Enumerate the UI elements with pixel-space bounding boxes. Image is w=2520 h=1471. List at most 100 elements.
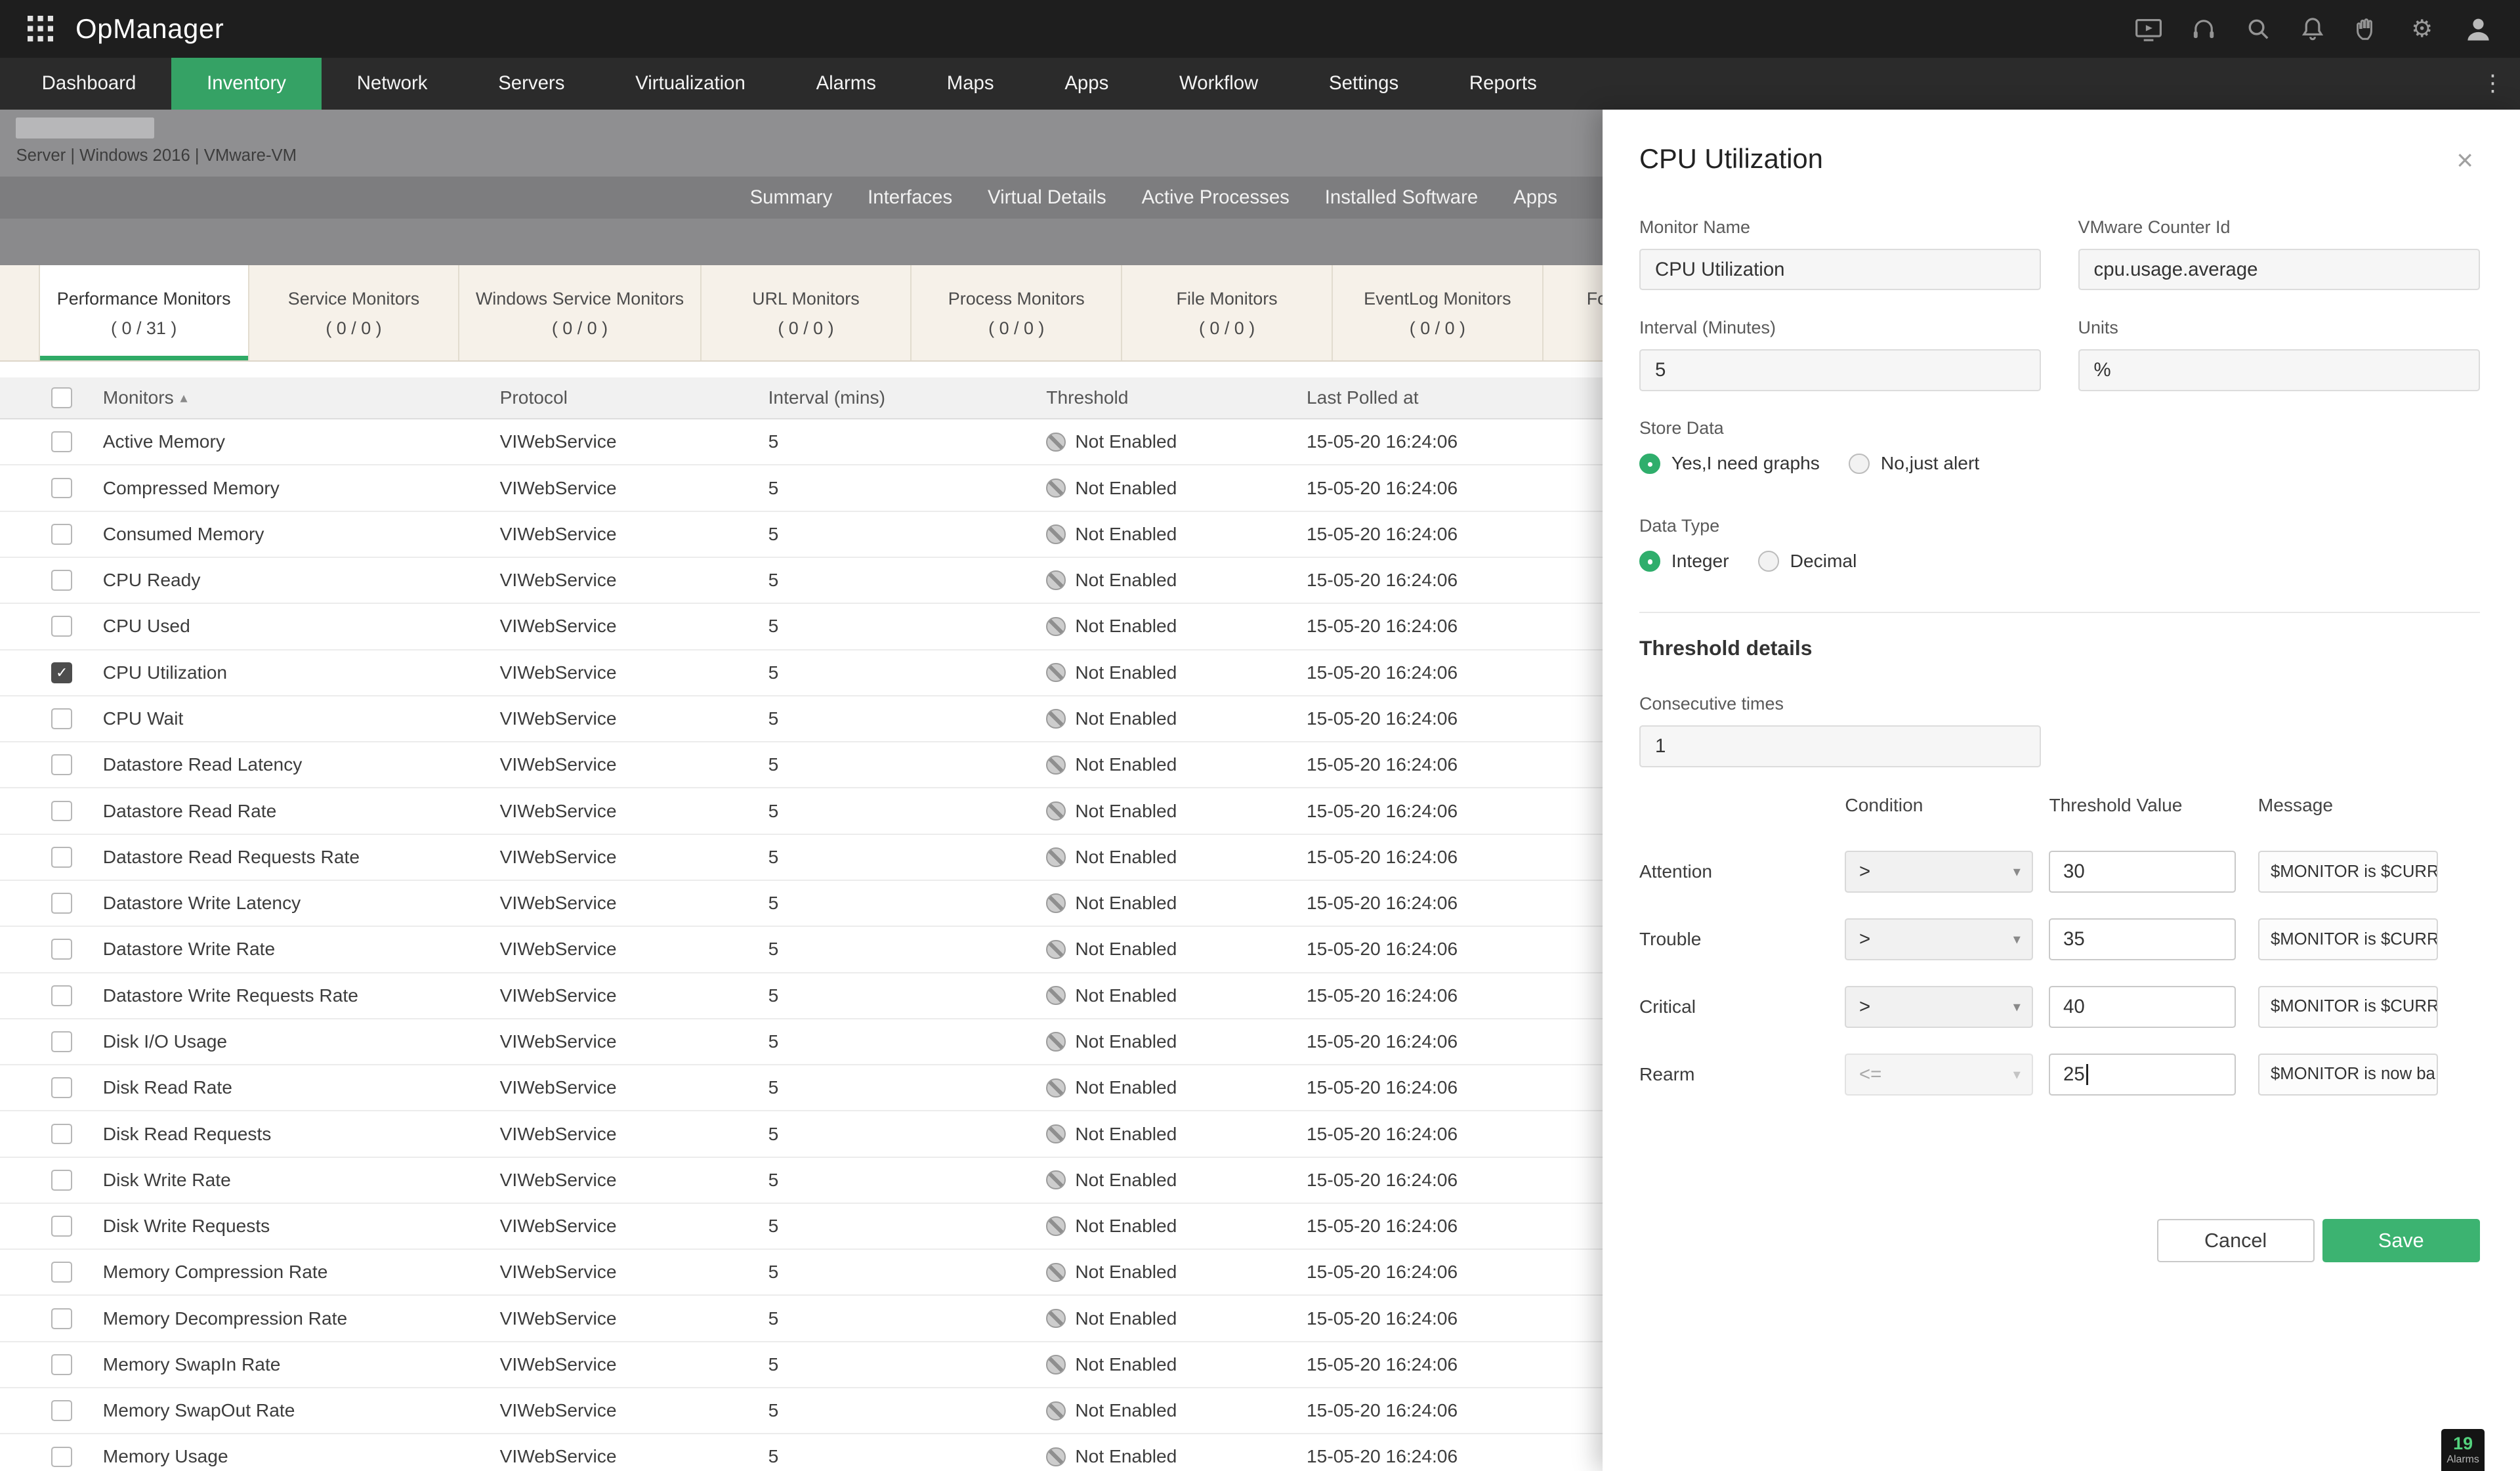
monitor-tab-file-monitors[interactable]: File Monitors ( 0 / 0 ) bbox=[1122, 265, 1333, 360]
search-icon[interactable] bbox=[2244, 14, 2273, 43]
device-tab-active-processes[interactable]: Active Processes bbox=[1124, 177, 1307, 219]
device-tab-virtual-details[interactable]: Virtual Details bbox=[970, 177, 1124, 219]
row-checkbox[interactable] bbox=[51, 570, 73, 591]
row-checkbox[interactable] bbox=[51, 1308, 73, 1329]
monitor-tab-url-monitors[interactable]: URL Monitors ( 0 / 0 ) bbox=[702, 265, 912, 360]
message-input[interactable]: $MONITOR is $CURRE bbox=[2258, 986, 2439, 1028]
column-monitors[interactable]: Monitors ▴ bbox=[103, 387, 500, 408]
threshold-value-input[interactable]: 25 bbox=[2049, 1053, 2236, 1096]
threshold-value-input[interactable]: 35 bbox=[2049, 918, 2236, 960]
row-checkbox[interactable] bbox=[51, 754, 73, 776]
row-checkbox[interactable] bbox=[51, 708, 73, 729]
radio-option-yes-i-need-graphs[interactable]: Yes,I need graphs bbox=[1639, 453, 1820, 475]
device-tab-summary[interactable]: Summary bbox=[732, 177, 850, 219]
save-button[interactable]: Save bbox=[2322, 1219, 2480, 1263]
user-avatar[interactable] bbox=[2462, 13, 2494, 45]
settings-gear-icon[interactable]: ⚙ bbox=[2408, 14, 2437, 43]
nav-overflow-icon[interactable]: ⋮ bbox=[2466, 58, 2520, 109]
nav-item-dashboard[interactable]: Dashboard bbox=[7, 58, 171, 109]
nav-item-apps[interactable]: Apps bbox=[1029, 58, 1144, 109]
radio-icon[interactable] bbox=[1757, 551, 1779, 572]
nav-item-alarms[interactable]: Alarms bbox=[781, 58, 912, 109]
radio-option-no-just-alert[interactable]: No,just alert bbox=[1848, 453, 1979, 475]
column-interval[interactable]: Interval (mins) bbox=[768, 387, 1047, 408]
radio-icon[interactable] bbox=[1848, 453, 1870, 475]
consecutive-times-input[interactable]: 1 bbox=[1639, 725, 2042, 767]
row-checkbox[interactable] bbox=[51, 939, 73, 960]
threshold-status: Not Enabled bbox=[1075, 1216, 1177, 1237]
checkbox-cell bbox=[0, 846, 103, 868]
row-checkbox[interactable] bbox=[51, 1400, 73, 1422]
row-checkbox[interactable] bbox=[51, 846, 73, 868]
monitor-tab-performance-monitors[interactable]: Performance Monitors ( 0 / 31 ) bbox=[38, 265, 249, 361]
row-checkbox[interactable] bbox=[51, 1354, 73, 1375]
threshold-value-input[interactable]: 30 bbox=[2049, 851, 2236, 893]
radio-option-integer[interactable]: Integer bbox=[1639, 551, 1729, 572]
vmware-counter-id-input[interactable]: cpu.usage.average bbox=[2078, 248, 2480, 291]
monitor-tab-process-monitors[interactable]: Process Monitors ( 0 / 0 ) bbox=[912, 265, 1123, 360]
screen-share-icon[interactable] bbox=[2134, 14, 2163, 43]
nav-item-maps[interactable]: Maps bbox=[912, 58, 1030, 109]
nav-item-reports[interactable]: Reports bbox=[1434, 58, 1572, 109]
row-checkbox[interactable] bbox=[51, 1262, 73, 1283]
monitor-name: Datastore Write Rate bbox=[102, 939, 276, 960]
nav-item-servers[interactable]: Servers bbox=[463, 58, 600, 109]
condition-select[interactable]: > ▾ bbox=[1845, 918, 2033, 960]
row-checkbox[interactable] bbox=[51, 1123, 73, 1145]
nav-item-settings[interactable]: Settings bbox=[1293, 58, 1434, 109]
support-headset-icon[interactable] bbox=[2189, 14, 2218, 43]
monitor-tab-windows-service-monitors[interactable]: Windows Service Monitors ( 0 / 0 ) bbox=[459, 265, 702, 360]
feedback-hand-icon[interactable] bbox=[2353, 14, 2382, 43]
nav-item-network[interactable]: Network bbox=[322, 58, 463, 109]
nav-item-inventory[interactable]: Inventory bbox=[171, 58, 322, 110]
nav-item-virtualization[interactable]: Virtualization bbox=[600, 58, 780, 109]
row-checkbox[interactable] bbox=[51, 893, 73, 914]
row-checkbox[interactable] bbox=[51, 1077, 73, 1099]
units-input[interactable]: % bbox=[2078, 349, 2480, 391]
column-protocol[interactable]: Protocol bbox=[500, 387, 768, 408]
message-input[interactable]: $MONITOR is $CURRE bbox=[2258, 851, 2439, 893]
radio-option-decimal[interactable]: Decimal bbox=[1757, 551, 1857, 572]
row-checkbox[interactable]: ✓ bbox=[51, 662, 73, 683]
row-checkbox[interactable] bbox=[51, 1446, 73, 1468]
notifications-bell-icon[interactable] bbox=[2298, 14, 2327, 43]
row-checkbox[interactable] bbox=[51, 1169, 73, 1191]
threshold-value-input[interactable]: 40 bbox=[2049, 986, 2236, 1028]
section-divider bbox=[1639, 612, 2480, 614]
message-input[interactable]: $MONITOR is $CURRE bbox=[2258, 918, 2439, 960]
interval-minutes-input[interactable]: 5 bbox=[1639, 349, 2042, 391]
cancel-button[interactable]: Cancel bbox=[2156, 1219, 2315, 1263]
row-checkbox[interactable] bbox=[51, 431, 73, 453]
row-checkbox[interactable] bbox=[51, 1031, 73, 1052]
monitor-tab-eventlog-monitors[interactable]: EventLog Monitors ( 0 / 0 ) bbox=[1333, 265, 1544, 360]
row-checkbox[interactable] bbox=[51, 523, 73, 545]
monitor-name-input[interactable]: CPU Utilization bbox=[1639, 248, 2042, 291]
radio-option-label: Integer bbox=[1671, 551, 1729, 572]
text-caret bbox=[2086, 1063, 2088, 1085]
row-checkbox[interactable] bbox=[51, 1216, 73, 1237]
threshold-status: Not Enabled bbox=[1075, 1123, 1177, 1144]
row-checkbox[interactable] bbox=[51, 477, 73, 499]
device-tab-interfaces[interactable]: Interfaces bbox=[850, 177, 970, 219]
message-input[interactable]: $MONITOR is now ba bbox=[2258, 1053, 2439, 1096]
condition-select[interactable]: > ▾ bbox=[1845, 851, 2033, 893]
row-checkbox[interactable] bbox=[51, 616, 73, 637]
column-threshold[interactable]: Threshold bbox=[1046, 387, 1307, 408]
condition-select: <= ▾ bbox=[1845, 1053, 2033, 1096]
monitor-threshold: Not Enabled bbox=[1046, 478, 1307, 499]
apps-grid-icon[interactable] bbox=[26, 14, 54, 43]
not-enabled-icon bbox=[1046, 1216, 1066, 1236]
select-all-checkbox[interactable] bbox=[51, 387, 73, 409]
condition-select[interactable]: > ▾ bbox=[1845, 986, 2033, 1028]
radio-selected-icon[interactable] bbox=[1639, 453, 1660, 475]
row-checkbox[interactable] bbox=[51, 800, 73, 822]
close-icon[interactable]: × bbox=[2450, 143, 2480, 179]
monitor-tab-service-monitors[interactable]: Service Monitors ( 0 / 0 ) bbox=[249, 265, 460, 360]
row-checkbox[interactable] bbox=[51, 985, 73, 1006]
alarm-badge[interactable]: 19 Alarms bbox=[2441, 1429, 2485, 1471]
device-tab-apps[interactable]: Apps bbox=[1496, 177, 1575, 219]
not-enabled-icon bbox=[1046, 1308, 1066, 1329]
nav-item-workflow[interactable]: Workflow bbox=[1144, 58, 1293, 109]
device-tab-installed-software[interactable]: Installed Software bbox=[1307, 177, 1496, 219]
radio-selected-icon[interactable] bbox=[1639, 551, 1660, 572]
